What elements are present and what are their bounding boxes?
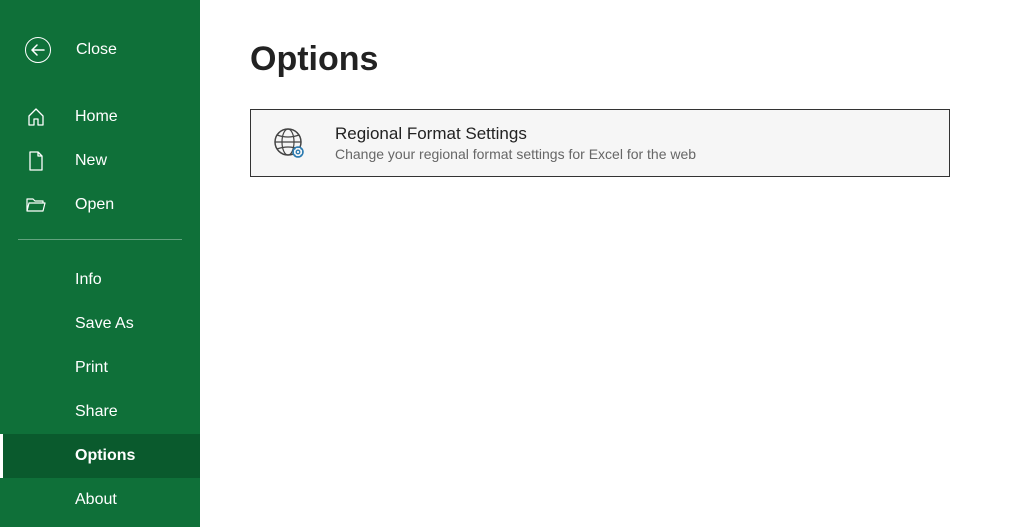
sidebar-item-share[interactable]: Share	[0, 390, 200, 434]
globe-gear-icon	[271, 125, 307, 161]
sidebar-item-about[interactable]: About	[0, 478, 200, 522]
open-folder-icon	[25, 194, 47, 216]
close-label: Close	[76, 41, 117, 59]
sidebar-item-label: Open	[75, 196, 114, 214]
sidebar-item-home[interactable]: Home	[0, 95, 200, 139]
card-text: Regional Format Settings Change your reg…	[335, 124, 696, 162]
sidebar-item-save-as[interactable]: Save As	[0, 302, 200, 346]
sidebar-item-label: Share	[25, 403, 118, 421]
back-arrow-icon	[25, 37, 51, 63]
card-title: Regional Format Settings	[335, 124, 696, 144]
sidebar-item-label: Options	[25, 447, 135, 465]
regional-format-settings-card[interactable]: Regional Format Settings Change your reg…	[250, 109, 950, 177]
sidebar-divider	[18, 239, 182, 240]
sidebar-item-new[interactable]: New	[0, 139, 200, 183]
sidebar-item-open[interactable]: Open	[0, 183, 200, 227]
card-description: Change your regional format settings for…	[335, 146, 696, 162]
nav-top-section: Home New Open	[0, 95, 200, 227]
new-file-icon	[25, 150, 47, 172]
sidebar-item-label: Home	[75, 108, 118, 126]
sidebar-item-label: Info	[25, 271, 102, 289]
sidebar-item-label: Save As	[25, 315, 134, 333]
sidebar-item-options[interactable]: Options	[0, 434, 200, 478]
sidebar-item-info[interactable]: Info	[0, 258, 200, 302]
sidebar-item-label: New	[75, 152, 107, 170]
page-title: Options	[250, 40, 961, 79]
sidebar-item-label: About	[25, 491, 117, 509]
sidebar: Close Home New Open	[0, 0, 200, 527]
main-content: Options	[200, 0, 1011, 527]
sidebar-item-print[interactable]: Print	[0, 346, 200, 390]
nav-bottom-section: Info Save As Print Share Options About	[0, 258, 200, 522]
sidebar-item-label: Print	[25, 359, 108, 377]
home-icon	[25, 106, 47, 128]
close-button[interactable]: Close	[0, 30, 200, 70]
